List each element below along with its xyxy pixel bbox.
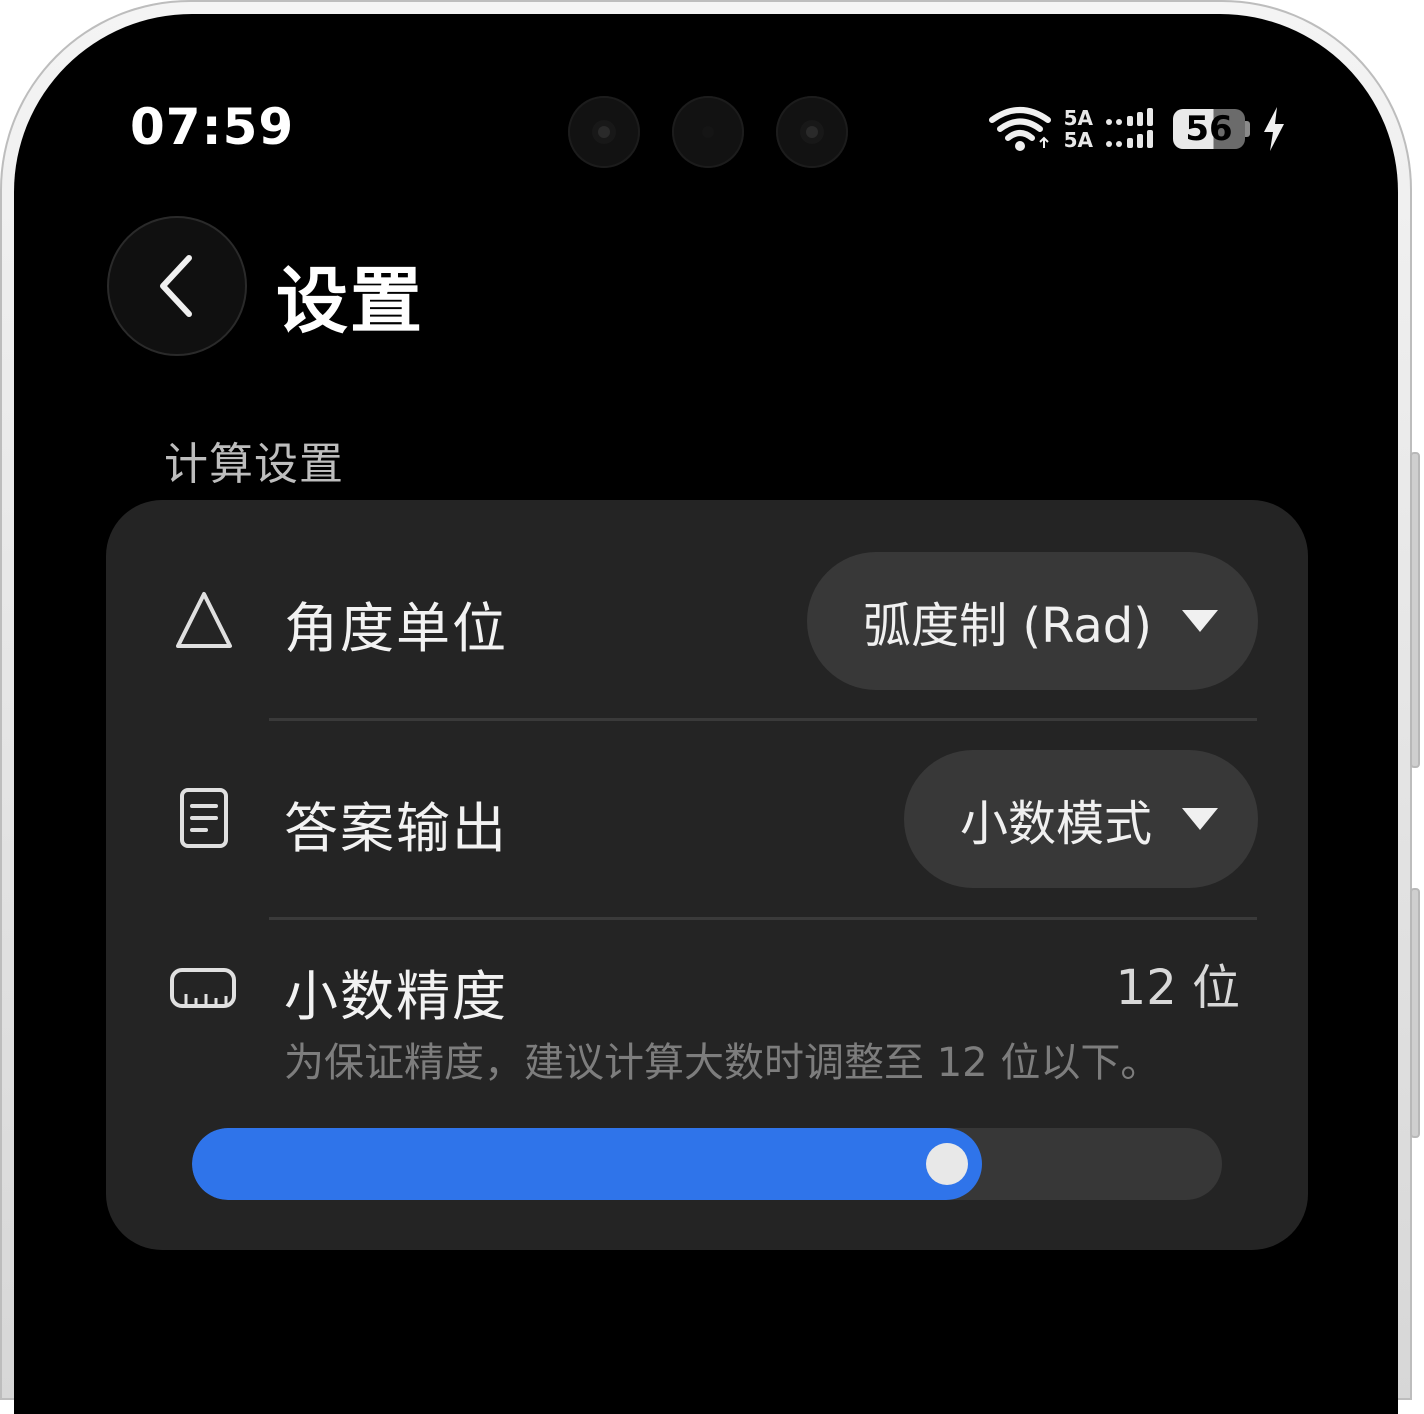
divider xyxy=(269,917,1257,920)
slider-fill xyxy=(192,1128,982,1200)
decimal-precision-value: 12 位 xyxy=(1115,960,1240,1016)
network-type-bottom: 5A xyxy=(1063,128,1093,152)
status-time: 07:59 xyxy=(130,98,295,156)
dropdown-arrow-icon xyxy=(1182,808,1218,830)
decimal-precision-label: 小数精度 xyxy=(284,965,508,1028)
status-icons: 5A 5A 56 xyxy=(988,104,1286,154)
document-icon xyxy=(180,788,228,848)
chevron-left-icon xyxy=(160,255,192,317)
answer-output-label: 答案输出 xyxy=(284,797,508,860)
page-title: 设置 xyxy=(276,259,425,343)
angle-unit-label: 角度单位 xyxy=(284,597,508,660)
angle-unit-dropdown[interactable]: 弧度制 (Rad) xyxy=(807,552,1258,690)
slider-thumb[interactable] xyxy=(926,1143,968,1185)
power-button xyxy=(1410,888,1420,1138)
divider xyxy=(269,718,1257,721)
decimal-precision-hint: 为保证精度，建议计算大数时调整至 12 位以下。 xyxy=(284,1040,1161,1086)
screen: 07:59 5A 5A 56 设置 计算设置 角度单位 弧度制 (Rad) 答案… xyxy=(14,14,1398,1414)
signal-icon xyxy=(1106,108,1153,148)
ruler-icon xyxy=(170,968,236,1008)
network-type-top: 5A xyxy=(1063,106,1093,130)
volume-button xyxy=(1410,452,1420,768)
decimal-precision-slider[interactable] xyxy=(192,1128,1222,1200)
triangle-icon xyxy=(176,592,232,648)
camera-icon xyxy=(672,96,744,168)
network-type: 5A 5A xyxy=(1064,107,1093,151)
settings-card: 角度单位 弧度制 (Rad) 答案输出 小数模式 小数精度 12 位 为保证精度… xyxy=(106,500,1308,1250)
charging-icon xyxy=(1264,107,1284,151)
answer-output-value: 小数模式 xyxy=(959,796,1152,852)
back-button[interactable] xyxy=(107,216,247,356)
section-label: 计算设置 xyxy=(164,439,344,490)
dropdown-arrow-icon xyxy=(1182,610,1218,632)
camera-icon xyxy=(568,96,640,168)
battery-icon: 56 xyxy=(1173,109,1245,149)
camera-icon xyxy=(776,96,848,168)
wifi-icon xyxy=(988,107,1051,151)
angle-unit-value: 弧度制 (Rad) xyxy=(863,598,1152,654)
answer-output-dropdown[interactable]: 小数模式 xyxy=(903,750,1258,888)
